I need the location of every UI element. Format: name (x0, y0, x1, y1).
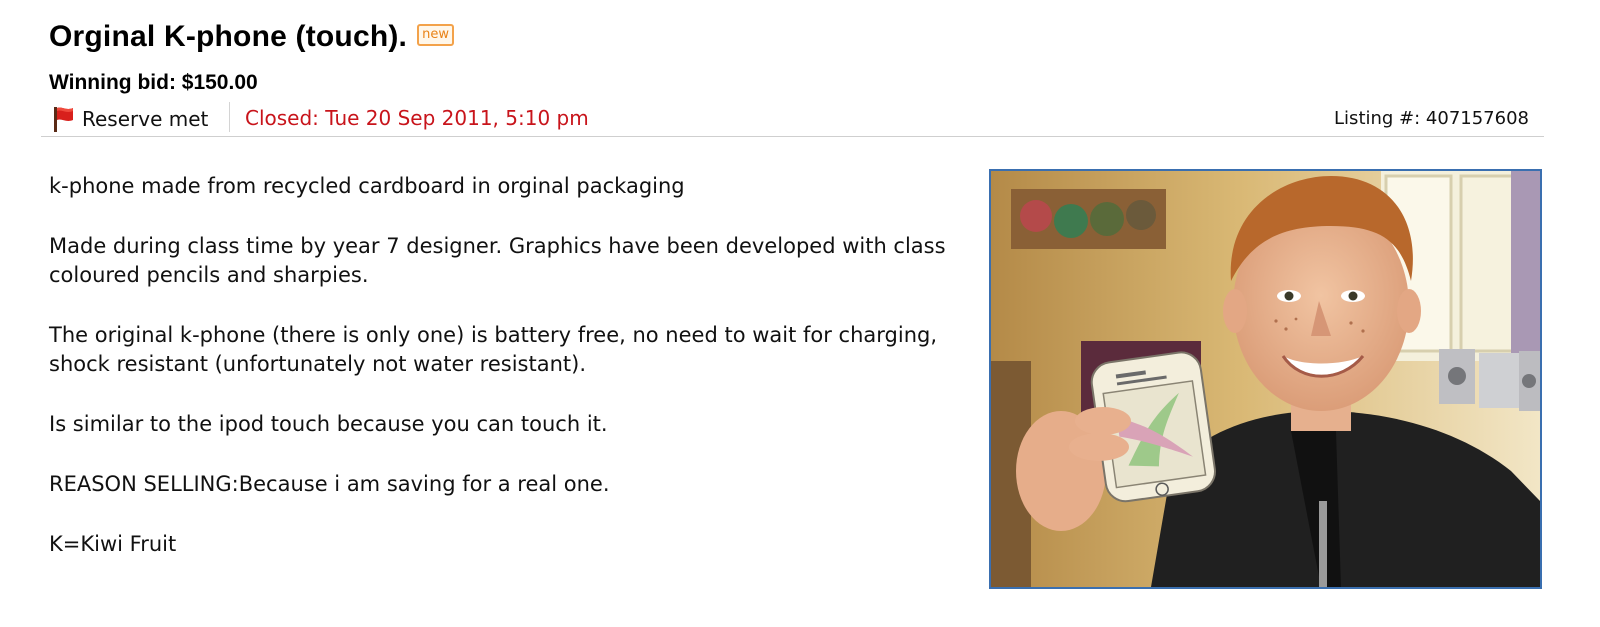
listing-description: k-phone made from recycled cardboard in … (49, 172, 949, 590)
status-divider (229, 102, 230, 132)
winning-bid: Winning bid: $150.00 (49, 71, 258, 94)
reserve-status: Reserve met (52, 105, 208, 133)
new-badge: new (417, 24, 454, 46)
description-paragraph: The original k-phone (there is only one)… (49, 323, 938, 376)
photo-illustration (991, 171, 1540, 587)
description-paragraph: k-phone made from recycled cardboard in … (49, 174, 685, 198)
description-paragraph: K=Kiwi Fruit (49, 532, 177, 556)
red-flag-icon (54, 107, 73, 132)
listing-photo[interactable] (989, 169, 1542, 589)
description-paragraph: REASON SELLING:Because i am saving for a… (49, 472, 610, 496)
description-paragraph: Is similar to the ipod touch because you… (49, 412, 608, 436)
reserve-status-label: Reserve met (82, 107, 209, 131)
closed-date: Closed: Tue 20 Sep 2011, 5:10 pm (245, 106, 589, 130)
listing-status-bar: Reserve met Closed: Tue 20 Sep 2011, 5:1… (41, 102, 1544, 137)
description-paragraph: Made during class time by year 7 designe… (49, 234, 946, 287)
listing-number: Listing #: 407157608 (1334, 108, 1529, 129)
listing-title: Orginal K-phone (touch). (49, 20, 408, 53)
listing-title-row: Orginal K-phone (touch). new (49, 20, 454, 54)
